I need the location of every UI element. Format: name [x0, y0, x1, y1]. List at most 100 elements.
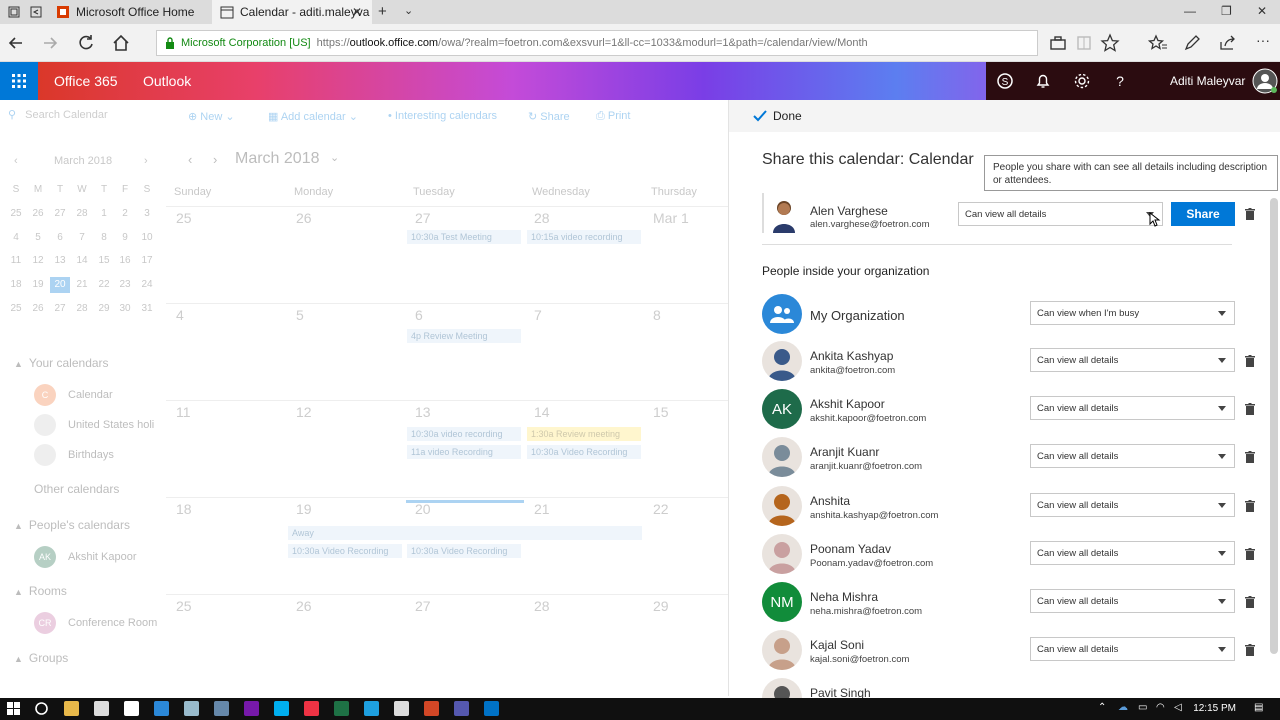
powerpoint-icon[interactable]: [424, 701, 439, 716]
forward-icon[interactable]: [40, 33, 60, 53]
permission-select[interactable]: Can view all details: [1030, 637, 1235, 661]
battery-icon[interactable]: ▭: [1138, 702, 1147, 713]
share-toolbar-button[interactable]: ↻ Share: [528, 110, 570, 123]
calendar-event[interactable]: 4p Review Meeting: [407, 329, 521, 343]
back-icon[interactable]: [6, 33, 26, 53]
favorite-star-icon[interactable]: [1100, 33, 1120, 53]
permission-select[interactable]: Can view all details: [1030, 396, 1235, 420]
tray-chevron-icon[interactable]: ⌃: [1098, 702, 1106, 713]
mini-day[interactable]: 9: [115, 230, 135, 246]
mini-day[interactable]: 19: [28, 277, 48, 293]
day-number[interactable]: 28: [534, 598, 550, 614]
invitee-permission-select[interactable]: Can view all details: [958, 202, 1163, 226]
day-number[interactable]: 15: [653, 404, 669, 420]
trash-icon[interactable]: [1245, 451, 1255, 463]
calendar-event[interactable]: 10:30a Video Recording: [527, 445, 641, 459]
refresh-icon[interactable]: [76, 33, 96, 53]
gear-icon[interactable]: [1073, 72, 1091, 90]
day-number[interactable]: 5: [296, 307, 304, 323]
chevron-down-icon[interactable]: ⌄: [330, 151, 339, 164]
collapse-icon[interactable]: ▲: [14, 654, 23, 664]
mini-day[interactable]: 1: [94, 206, 114, 222]
day-number[interactable]: 26: [296, 210, 312, 226]
briefcase-icon[interactable]: [1048, 33, 1068, 53]
day-number[interactable]: 19: [296, 501, 312, 517]
scrollbar[interactable]: [1270, 198, 1278, 654]
calendar-item-holidays[interactable]: United States holi: [34, 414, 154, 436]
windows-start-icon[interactable]: [6, 701, 21, 716]
app-launcher-button[interactable]: [0, 62, 38, 100]
mini-day[interactable]: 28: [72, 206, 92, 222]
skype-icon[interactable]: S: [996, 72, 1014, 90]
clock[interactable]: 12:15 PM: [1193, 703, 1236, 714]
collapse-icon[interactable]: ▲: [14, 359, 23, 369]
bell-icon[interactable]: [1034, 72, 1052, 90]
mini-day[interactable]: 5: [28, 230, 48, 246]
mini-day[interactable]: 20: [50, 277, 70, 293]
trash-icon[interactable]: [1245, 500, 1255, 512]
notification-icon[interactable]: ▤: [1254, 702, 1263, 713]
day-number[interactable]: 27: [415, 210, 431, 226]
permission-select[interactable]: Can view all details: [1030, 541, 1235, 565]
mini-day[interactable]: 2: [115, 206, 135, 222]
help-icon[interactable]: ?: [1111, 72, 1129, 90]
mini-day[interactable]: 12: [28, 253, 48, 269]
tab-calendar[interactable]: Calendar - aditi.maleyva ✕: [212, 0, 372, 24]
mini-day[interactable]: 15: [94, 253, 114, 269]
mini-day[interactable]: 8: [94, 230, 114, 246]
mini-day[interactable]: 11: [6, 253, 26, 269]
day-number[interactable]: 14: [534, 404, 550, 420]
calendar-item-calendar[interactable]: C Calendar: [34, 384, 113, 406]
day-number[interactable]: 12: [296, 404, 312, 420]
trash-icon[interactable]: [1245, 403, 1255, 415]
calendar-event[interactable]: 11a video Recording: [407, 445, 521, 459]
day-number[interactable]: 13: [415, 404, 431, 420]
calendar-event[interactable]: Away: [288, 526, 642, 540]
calendar-event[interactable]: 1:30a Review meeting: [527, 427, 641, 441]
back-tab-icon[interactable]: [30, 6, 42, 18]
day-number[interactable]: 6: [415, 307, 423, 323]
mini-day[interactable]: 31: [137, 301, 157, 317]
day-number[interactable]: 21: [534, 501, 550, 517]
next-month-icon[interactable]: ›: [213, 152, 217, 167]
mail-icon[interactable]: [124, 701, 139, 716]
app-name[interactable]: Outlook: [143, 73, 191, 89]
mini-day[interactable]: 14: [72, 253, 92, 269]
brand-office365[interactable]: Office 365: [54, 73, 118, 89]
trash-icon[interactable]: [1245, 208, 1255, 220]
mini-day[interactable]: 13: [50, 253, 70, 269]
day-number[interactable]: 25: [176, 210, 192, 226]
org-permission-select[interactable]: Can view when I'm busy: [1030, 301, 1235, 325]
photos-icon[interactable]: [214, 701, 229, 716]
day-number[interactable]: 7: [534, 307, 542, 323]
maximize-icon[interactable]: ❐: [1221, 4, 1232, 18]
mini-day[interactable]: 25: [6, 206, 26, 222]
search-calendar[interactable]: ⚲ Search Calendar: [8, 108, 158, 121]
edge-icon[interactable]: [154, 701, 169, 716]
mini-day[interactable]: 7: [72, 230, 92, 246]
minimize-icon[interactable]: —: [1184, 4, 1196, 18]
more-icon[interactable]: ···: [1256, 32, 1270, 48]
trash-icon[interactable]: [1245, 644, 1255, 656]
address-bar[interactable]: Microsoft Corporation [US] https://outlo…: [156, 30, 1038, 56]
share-page-icon[interactable]: [1218, 33, 1238, 53]
calendar-event[interactable]: 10:30a Video Recording: [288, 544, 402, 558]
mini-day[interactable]: 3: [137, 206, 157, 222]
tab-list-icon[interactable]: [8, 6, 20, 18]
mini-day[interactable]: 24: [137, 277, 157, 293]
day-number[interactable]: 28: [534, 210, 550, 226]
mini-day[interactable]: 25: [6, 301, 26, 317]
close-tab-icon[interactable]: ✕: [352, 5, 362, 19]
mini-day[interactable]: 16: [115, 253, 135, 269]
prev-month-icon[interactable]: ‹: [188, 152, 192, 167]
mini-day[interactable]: 21: [72, 277, 92, 293]
collapse-icon[interactable]: ▲: [14, 587, 23, 597]
trash-icon[interactable]: [1245, 548, 1255, 560]
permission-select[interactable]: Can view all details: [1030, 589, 1235, 613]
mini-day[interactable]: 27: [50, 301, 70, 317]
mini-next-icon[interactable]: ›: [144, 155, 148, 167]
calendar-event[interactable]: 10:15a video recording: [527, 230, 641, 244]
day-number[interactable]: 8: [653, 307, 661, 323]
people-item-akshit[interactable]: AK Akshit Kapoor: [34, 546, 136, 568]
chrome-icon[interactable]: [304, 701, 319, 716]
